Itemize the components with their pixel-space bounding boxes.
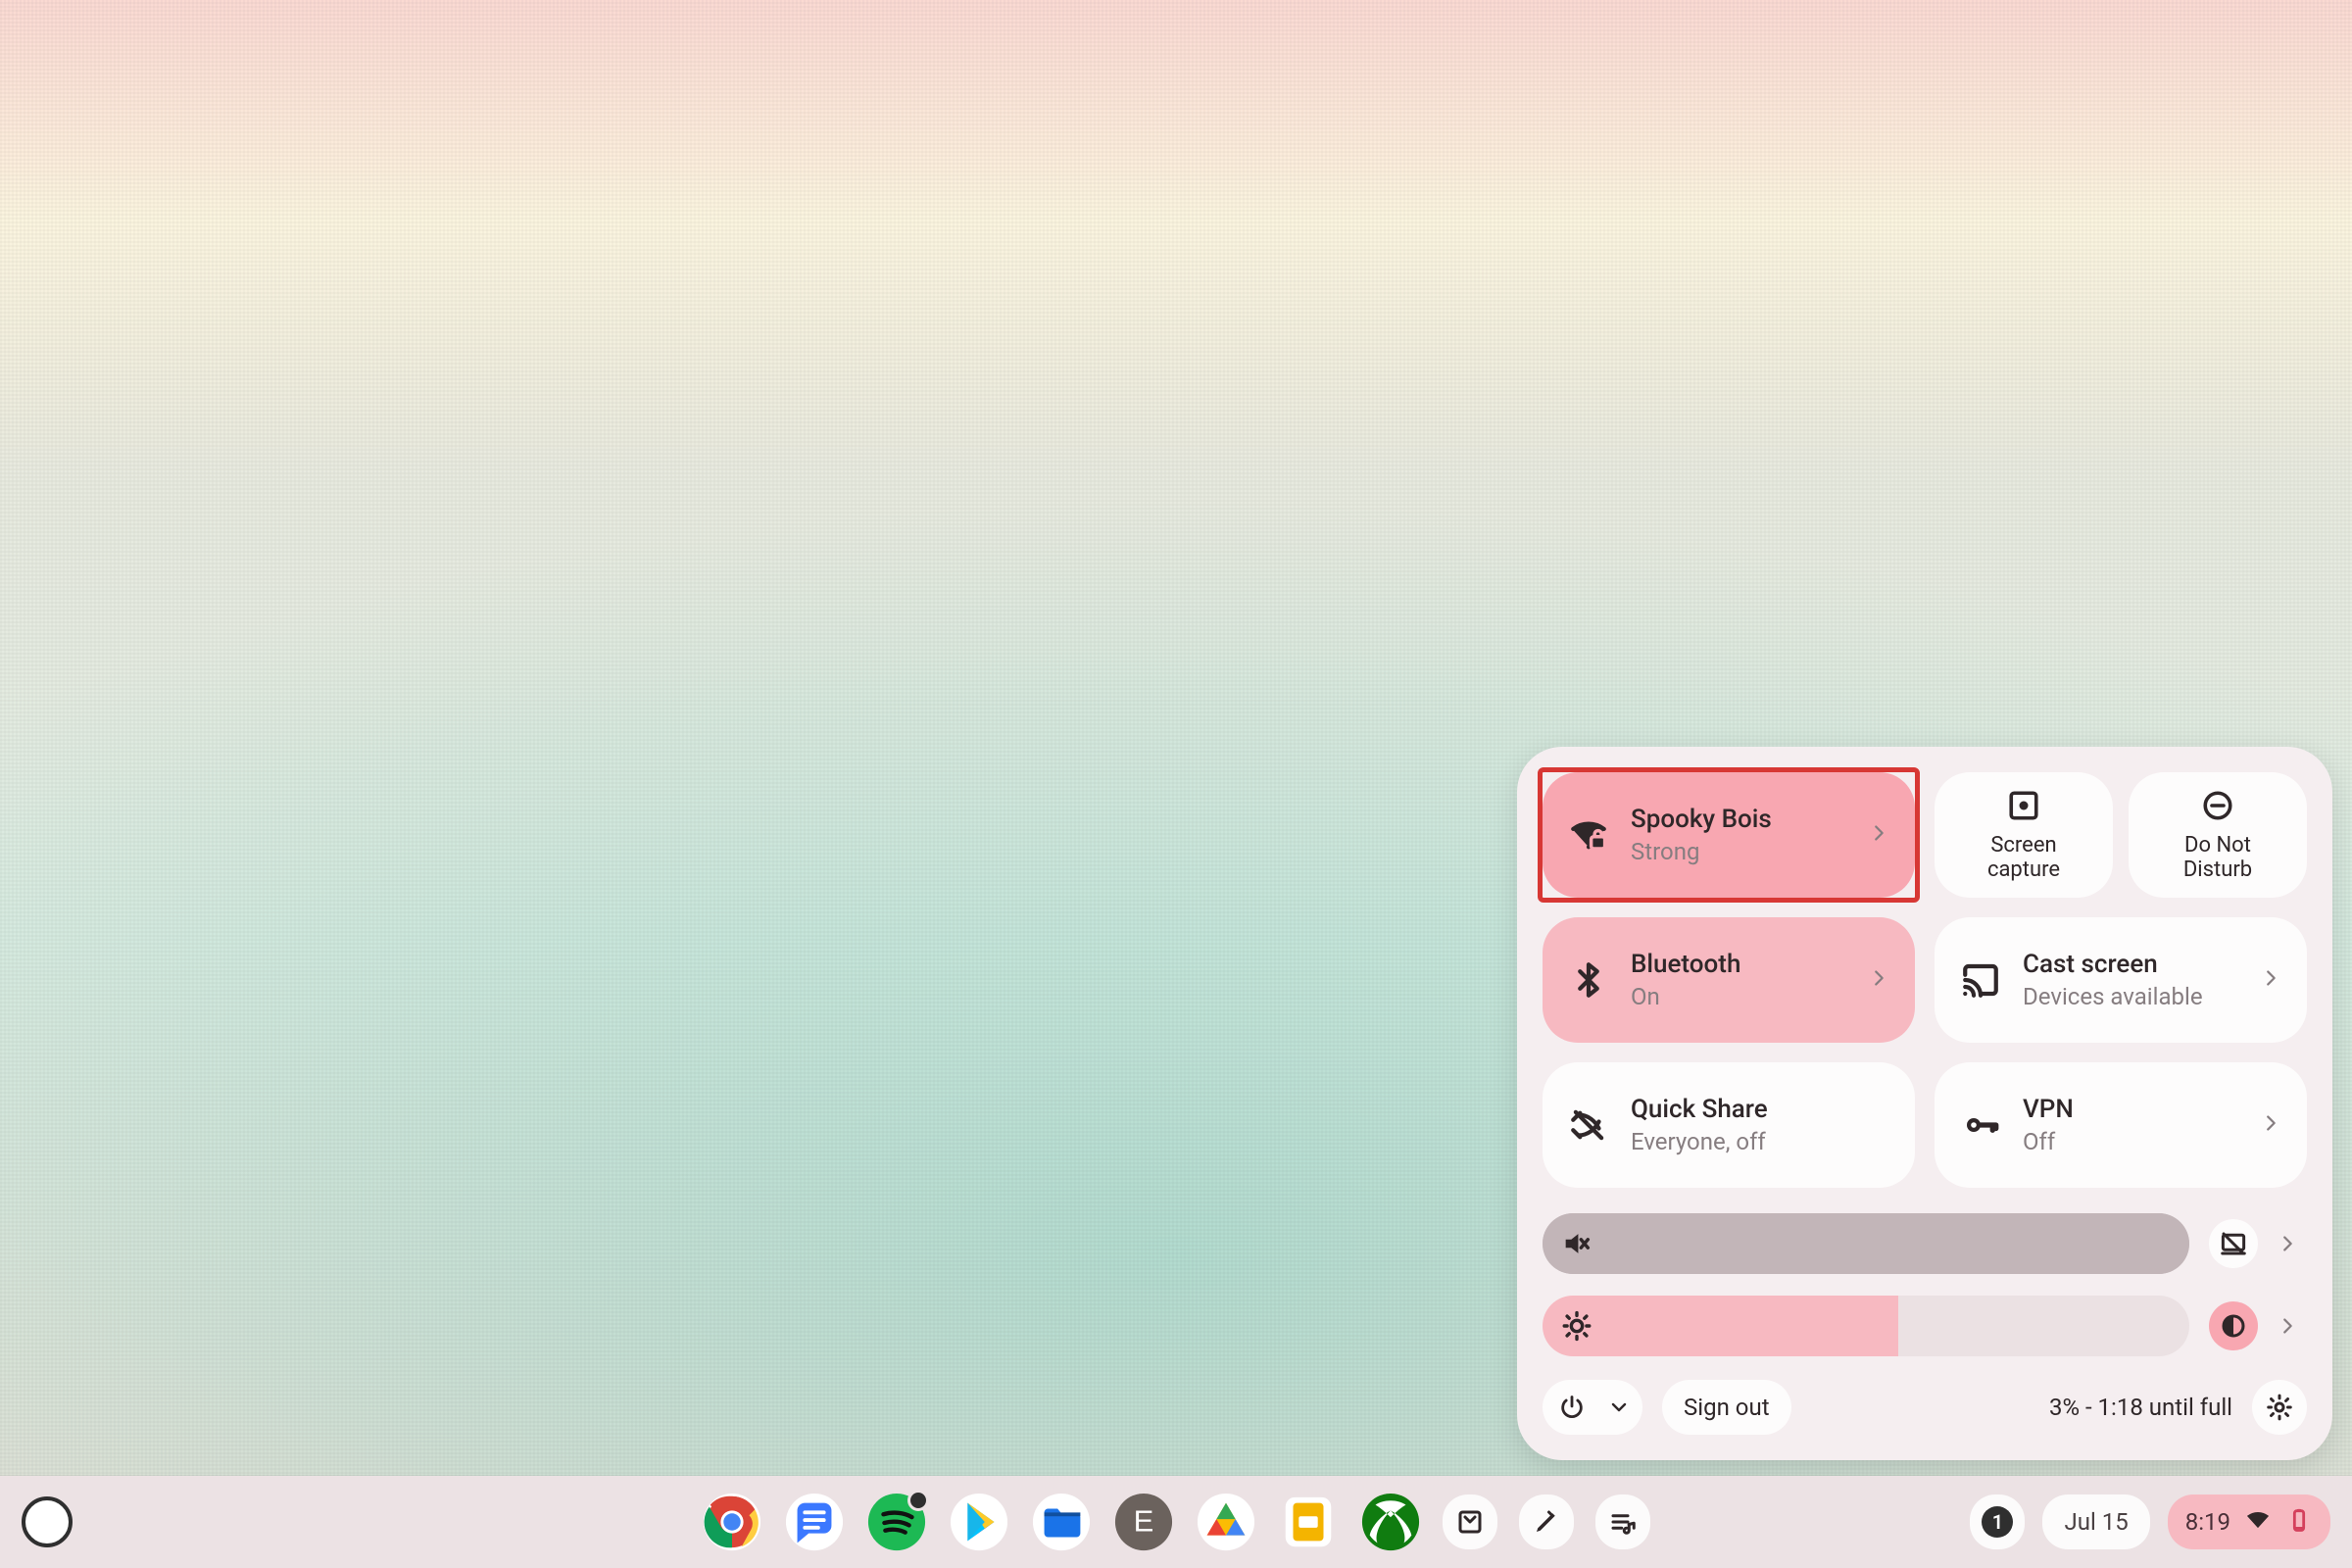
cast-expand[interactable]	[2260, 967, 2281, 993]
bluetooth-sub: On	[1631, 983, 1740, 1010]
quickshare-labels: Quick Share Everyone, off	[1631, 1095, 1768, 1155]
bluetooth-labels: Bluetooth On	[1631, 950, 1740, 1010]
shelf: E 1 Jul 15 8:19	[0, 1476, 2352, 1568]
tiles-grid: Spooky Bois Strong Screen capture Do Not…	[1543, 772, 2307, 1188]
audio-output-button[interactable]	[2209, 1219, 2258, 1268]
vpn-labels: VPN Off	[2023, 1095, 2074, 1155]
screen-capture-icon	[2006, 788, 2041, 823]
shelf-left	[22, 1496, 218, 1547]
app-spotify[interactable]	[866, 1492, 927, 1552]
sign-out-label: Sign out	[1684, 1394, 1770, 1421]
quick-settings-panel: Spooky Bois Strong Screen capture Do Not…	[1517, 747, 2332, 1460]
app-xbox[interactable]	[1360, 1492, 1421, 1552]
volume-row	[1543, 1213, 2307, 1274]
playlist-button[interactable]	[1595, 1494, 1650, 1549]
quickshare-title: Quick Share	[1631, 1095, 1768, 1124]
cast-sub: Devices available	[2023, 983, 2203, 1010]
vpn-expand[interactable]	[2260, 1112, 2281, 1138]
app-chrome[interactable]	[702, 1492, 762, 1552]
quickshare-sub: Everyone, off	[1631, 1128, 1768, 1155]
settings-button[interactable]	[2252, 1380, 2307, 1435]
volume-expand[interactable]	[2268, 1233, 2307, 1254]
vpn-tile[interactable]: VPN Off	[1935, 1062, 2307, 1188]
volume-slider[interactable]	[1543, 1213, 2189, 1274]
quickshare-tile[interactable]: Quick Share Everyone, off	[1543, 1062, 1915, 1188]
wifi-title: Spooky Bois	[1631, 805, 1772, 834]
sign-out-button[interactable]: Sign out	[1662, 1380, 1791, 1435]
brightness-expand[interactable]	[2268, 1315, 2307, 1337]
vpn-title: VPN	[2023, 1095, 2074, 1124]
bluetooth-icon	[1568, 959, 1609, 1001]
app-files[interactable]	[1031, 1492, 1092, 1552]
app-spotify-badge	[907, 1490, 929, 1511]
bluetooth-title: Bluetooth	[1631, 950, 1740, 979]
dnd-label: Do Not Disturb	[2183, 833, 2252, 883]
wifi-expand[interactable]	[1868, 822, 1889, 848]
app-play-games[interactable]	[1196, 1492, 1256, 1552]
panel-footer: Sign out 3% - 1:18 until full	[1543, 1380, 2307, 1435]
shelf-date: Jul 15	[2064, 1508, 2128, 1536]
night-light-button[interactable]	[2209, 1301, 2258, 1350]
brightness-row	[1543, 1296, 2307, 1356]
launcher-button[interactable]	[22, 1496, 73, 1547]
volume-muted-icon	[1560, 1227, 1593, 1260]
notifications-count: 1	[1982, 1506, 2013, 1538]
dnd-icon	[2200, 788, 2235, 823]
bluetooth-expand[interactable]	[1868, 967, 1889, 993]
tote-button[interactable]	[1443, 1494, 1497, 1549]
dnd-tile[interactable]: Do Not Disturb	[2129, 772, 2307, 898]
app-profile-avatar[interactable]: E	[1113, 1492, 1174, 1552]
wifi-sub: Strong	[1631, 838, 1772, 865]
screen-capture-tile[interactable]: Screen capture	[1935, 772, 2113, 898]
vpn-key-icon	[1960, 1104, 2001, 1146]
shelf-apps: E	[702, 1492, 1650, 1552]
notifications-button[interactable]: 1	[1970, 1494, 2025, 1549]
power-menu-button[interactable]	[1543, 1380, 1642, 1435]
wifi-lock-icon	[1568, 814, 1609, 856]
brightness-icon	[1560, 1309, 1593, 1343]
screen-capture-label: Screen capture	[1987, 833, 2060, 883]
avatar-letter: E	[1134, 1504, 1154, 1539]
app-messages[interactable]	[784, 1492, 845, 1552]
status-wifi-icon	[2244, 1506, 2272, 1538]
cast-labels: Cast screen Devices available	[2023, 950, 2203, 1010]
wifi-tile[interactable]: Spooky Bois Strong	[1543, 772, 1915, 898]
quickshare-icon	[1568, 1104, 1609, 1146]
cast-icon	[1960, 959, 2001, 1001]
vpn-sub: Off	[2023, 1128, 2074, 1155]
mini-pair: Screen capture Do Not Disturb	[1935, 772, 2307, 898]
wifi-labels: Spooky Bois Strong	[1631, 805, 1772, 865]
bluetooth-tile[interactable]: Bluetooth On	[1543, 917, 1915, 1043]
cast-tile[interactable]: Cast screen Devices available	[1935, 917, 2307, 1043]
stylus-button[interactable]	[1519, 1494, 1574, 1549]
status-area-button[interactable]: 8:19	[2168, 1494, 2330, 1549]
cast-title: Cast screen	[2023, 950, 2203, 979]
shelf-time: 8:19	[2185, 1508, 2230, 1536]
battery-status-text: 3% - 1:18 until full	[2049, 1394, 2232, 1421]
app-slides[interactable]	[1278, 1492, 1339, 1552]
app-play-store[interactable]	[949, 1492, 1009, 1552]
status-battery-icon	[2285, 1506, 2313, 1538]
brightness-slider[interactable]	[1543, 1296, 2189, 1356]
sliders	[1543, 1213, 2307, 1356]
calendar-button[interactable]: Jul 15	[2042, 1494, 2149, 1549]
shelf-right: 1 Jul 15 8:19	[1970, 1494, 2330, 1549]
